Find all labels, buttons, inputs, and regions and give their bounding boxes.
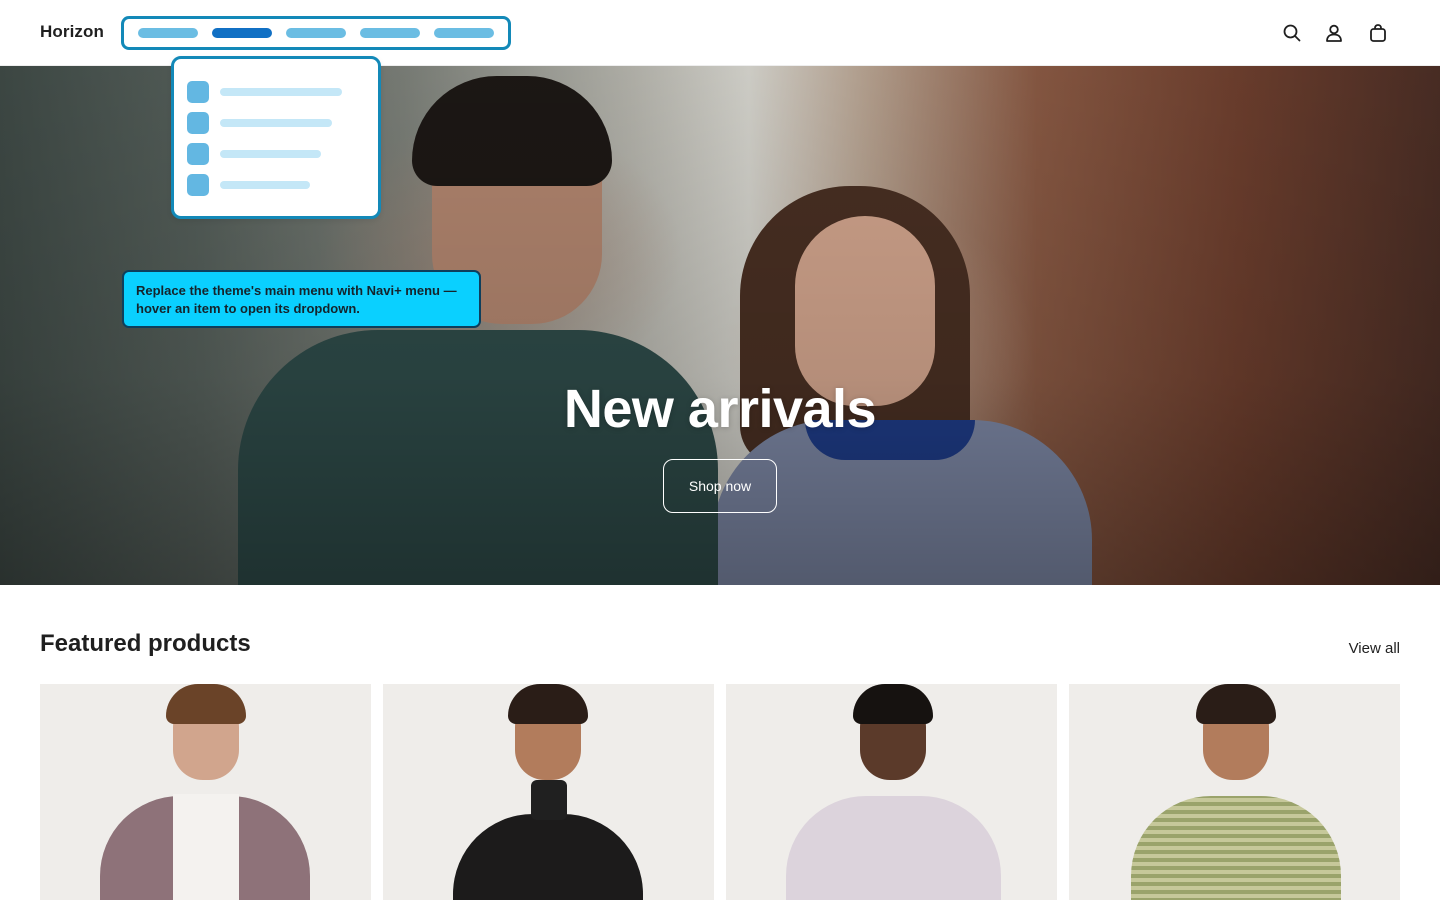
product-card[interactable] (1069, 684, 1400, 900)
store-logo[interactable]: Horizon (40, 22, 104, 42)
instruction-callout: Replace the theme's main menu with Navi+… (122, 270, 481, 328)
menu-item-1[interactable] (138, 28, 198, 38)
product-image-tshirt (173, 794, 239, 900)
dropdown-item[interactable] (187, 143, 372, 165)
hero-title: New arrivals (563, 379, 877, 439)
dropdown-item-icon (187, 81, 209, 103)
menu-item-3[interactable] (286, 28, 346, 38)
search-icon[interactable] (1282, 23, 1302, 43)
dropdown-item[interactable] (187, 112, 372, 134)
product-card[interactable] (726, 684, 1057, 900)
shop-now-button[interactable]: Shop now (663, 459, 777, 513)
product-card[interactable] (40, 684, 371, 900)
product-image-collar (531, 780, 567, 820)
dropdown-item-label-placeholder (220, 181, 310, 189)
product-image-sweater (786, 796, 1001, 900)
product-image-hair (508, 684, 588, 724)
featured-products-title: Featured products (40, 630, 251, 657)
menu-item-2-active[interactable] (212, 28, 272, 38)
menu-dropdown (171, 56, 381, 219)
cart-icon[interactable] (1368, 23, 1388, 43)
product-image-striped-top (1131, 796, 1341, 900)
product-image-hair (853, 684, 933, 724)
menu-item-4[interactable] (360, 28, 420, 38)
dropdown-item-label-placeholder (220, 150, 321, 158)
menu-item-5[interactable] (434, 28, 494, 38)
product-image-hair (166, 684, 246, 724)
dropdown-item-icon (187, 174, 209, 196)
view-all-link[interactable]: View all (1349, 640, 1400, 657)
product-image-turtleneck (453, 814, 643, 900)
product-card[interactable] (383, 684, 714, 900)
dropdown-item-label-placeholder (220, 88, 342, 96)
dropdown-item[interactable] (187, 174, 372, 196)
dropdown-item-label-placeholder (220, 119, 332, 127)
dropdown-item[interactable] (187, 81, 372, 103)
dropdown-item-icon (187, 143, 209, 165)
navi-plus-menu[interactable] (121, 16, 511, 50)
product-image-hair (1196, 684, 1276, 724)
account-icon[interactable] (1324, 23, 1344, 43)
dropdown-item-icon (187, 112, 209, 134)
